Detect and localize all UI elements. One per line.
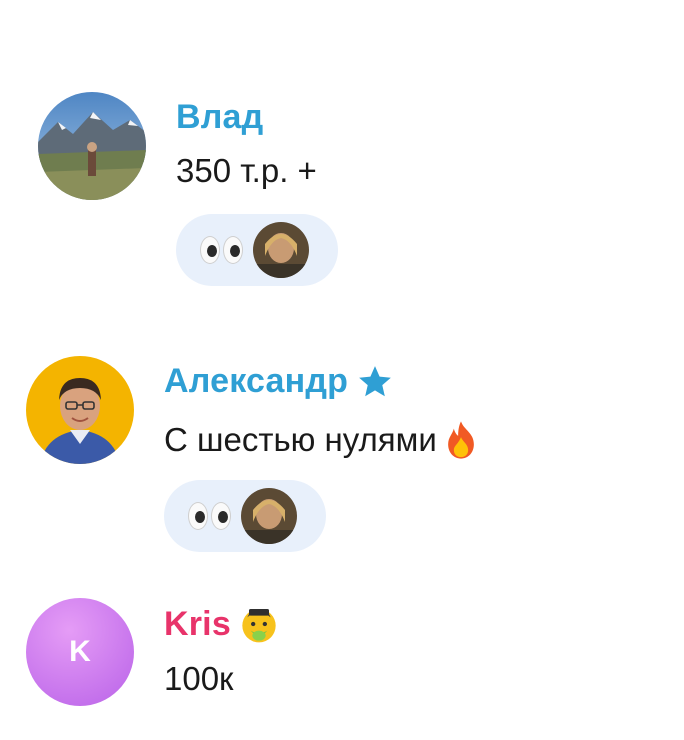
message-text: С шестью нулями — [164, 420, 479, 460]
fire-emoji-icon — [447, 421, 474, 459]
author-name-text: Александр — [164, 362, 349, 400]
author-name[interactable]: Kris — [164, 604, 279, 644]
mountain-photo-icon — [38, 92, 146, 200]
man-portrait-icon — [26, 356, 134, 464]
reactor-avatar — [253, 222, 309, 278]
message-body: С шестью нулями — [164, 421, 437, 458]
avatar-kris[interactable]: K — [26, 598, 134, 706]
reactor-avatar — [241, 488, 297, 544]
message-text: 100к — [164, 660, 234, 698]
author-name-text: Kris — [164, 604, 231, 643]
avatar-vlad[interactable] — [38, 92, 146, 200]
eyes-emoji-icon — [200, 236, 243, 264]
message-body: 350 т.р. + — [176, 152, 317, 189]
message-text: 350 т.р. + — [176, 152, 317, 190]
message-body: 100к — [164, 660, 234, 697]
author-name[interactable]: Александр — [164, 362, 394, 401]
sick-face-emoji-icon — [242, 609, 276, 643]
reaction-chip[interactable] — [176, 214, 338, 286]
eyes-emoji-icon — [188, 502, 231, 530]
star-icon — [359, 365, 391, 396]
reaction-chip[interactable] — [164, 480, 326, 552]
author-name[interactable]: Влад — [176, 98, 263, 137]
avatar-alexander[interactable] — [26, 356, 134, 464]
author-name-text: Влад — [176, 98, 264, 136]
avatar-letter: K — [69, 635, 91, 668]
